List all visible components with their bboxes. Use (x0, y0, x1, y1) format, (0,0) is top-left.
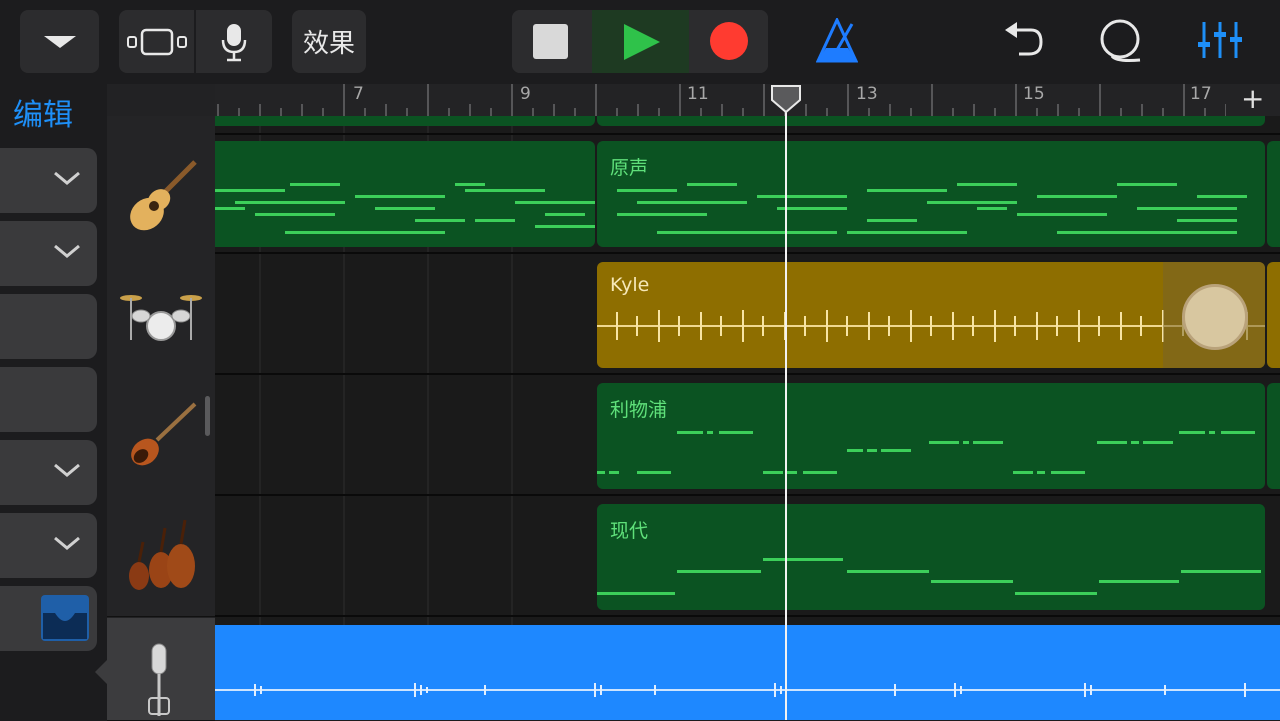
track-control-handle[interactable] (0, 440, 97, 505)
playhead-line[interactable] (785, 96, 787, 720)
drummer-region-next[interactable] (1267, 262, 1280, 368)
audio-region[interactable] (215, 625, 1280, 720)
region-partial[interactable] (597, 116, 1265, 126)
track-header-strings[interactable] (107, 496, 215, 617)
loop-icon[interactable] (1098, 18, 1144, 64)
microphone-icon (148, 643, 170, 716)
track-header-acoustic-guitar[interactable] (107, 136, 215, 257)
track-control-handle[interactable] (0, 513, 97, 578)
add-section-button[interactable]: + (1241, 82, 1264, 115)
stop-button[interactable] (512, 10, 590, 73)
stop-icon (533, 24, 568, 59)
midi-region-strings[interactable]: 现代 (597, 504, 1265, 610)
tracks-menu-button[interactable] (20, 10, 99, 73)
edit-button[interactable]: 编辑 (13, 90, 73, 134)
ruler-ticks (217, 84, 1227, 116)
bar-label: 9 (520, 84, 531, 104)
fx-button[interactable]: 效果 (292, 10, 366, 73)
touch-indicator (1182, 284, 1248, 350)
record-button[interactable] (691, 10, 768, 73)
timeline-ruler[interactable]: 7 9 11 13 15 17 + (215, 82, 1280, 117)
track-control-handle[interactable] (0, 586, 97, 651)
track-control-handle[interactable] (0, 367, 97, 432)
bar-label: 13 (856, 84, 878, 104)
bar-label: 17 (1190, 84, 1212, 104)
midi-notes (597, 558, 1261, 595)
drum-kit-icon (120, 295, 202, 341)
midi-region-bass[interactable]: 利物浦 (597, 383, 1265, 489)
bar-label: 11 (687, 84, 709, 104)
metronome-icon[interactable] (816, 18, 858, 64)
audio-waveform (215, 683, 1280, 697)
automation-icon (41, 595, 89, 641)
midi-notes (617, 183, 1247, 234)
bar-label: 15 (1023, 84, 1045, 104)
chevron-down-icon (54, 536, 80, 550)
scroll-indicator[interactable] (205, 396, 210, 436)
chevron-down-icon (54, 171, 80, 185)
transport-controls (512, 10, 768, 73)
microphone-icon[interactable] (219, 23, 249, 63)
midi-region-next[interactable] (1267, 383, 1280, 489)
track-header-audio-recorder[interactable] (95, 618, 215, 721)
play-icon (624, 24, 660, 60)
region-name: Kyle (610, 274, 650, 296)
strings-icon (129, 519, 195, 590)
midi-notes (215, 183, 595, 234)
drummer-region[interactable]: Kyle (597, 262, 1265, 368)
tracks-area[interactable]: 原声 Kyle 利物浦 现代 (215, 116, 1280, 720)
acoustic-guitar-icon (130, 160, 197, 231)
midi-notes (597, 431, 1255, 474)
play-button[interactable] (592, 10, 689, 73)
bass-guitar-icon (131, 402, 197, 466)
track-view-icon[interactable] (127, 28, 187, 56)
undo-icon[interactable] (1003, 20, 1043, 60)
chevron-down-icon (54, 244, 80, 258)
track-control-handle[interactable] (0, 221, 97, 286)
toolbar: 效果 (0, 0, 1280, 84)
chevron-down-icon (44, 36, 76, 48)
playhead-handle[interactable] (770, 84, 802, 114)
midi-region-next[interactable] (1267, 141, 1280, 247)
track-header-drums[interactable] (107, 256, 215, 377)
track-header-bass[interactable] (107, 376, 215, 497)
record-icon (710, 22, 748, 60)
mixer-icon[interactable] (1196, 20, 1244, 60)
track-control-handle[interactable] (0, 148, 97, 213)
view-controls (119, 10, 272, 73)
track-control-handle[interactable] (0, 294, 97, 359)
bar-label: 7 (353, 84, 364, 104)
midi-region-acoustic[interactable]: 原声 (597, 141, 1265, 247)
chevron-down-icon (54, 463, 80, 477)
region-partial[interactable] (215, 116, 595, 126)
midi-region[interactable] (215, 141, 595, 247)
